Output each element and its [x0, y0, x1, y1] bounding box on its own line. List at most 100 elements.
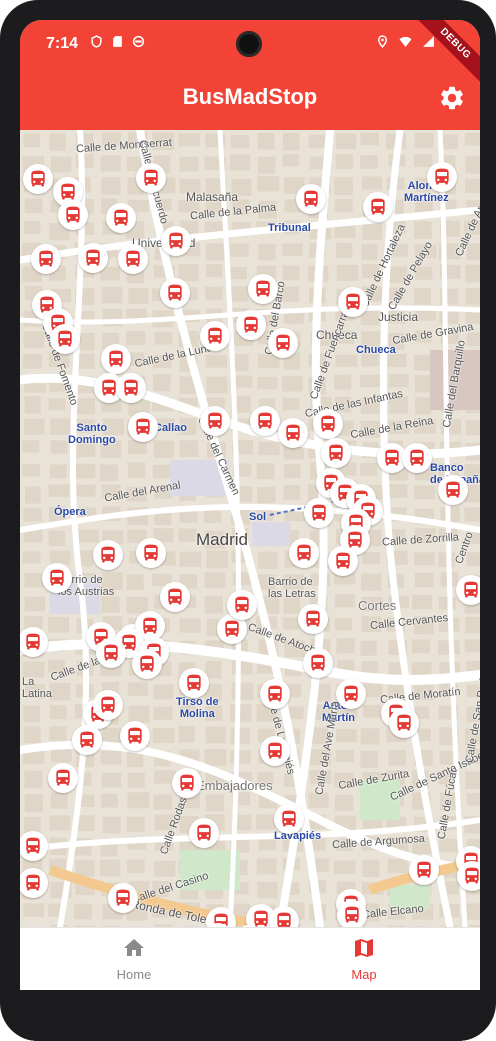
bus-icon: [197, 824, 211, 841]
bus-stop-marker[interactable]: [93, 690, 123, 720]
bus-stop-marker[interactable]: [96, 638, 126, 668]
bus-icon: [116, 889, 130, 906]
bus-stop-marker[interactable]: [172, 768, 202, 798]
bus-stop-marker[interactable]: [20, 831, 48, 861]
bus-stop-marker[interactable]: [298, 604, 328, 634]
bus-icon: [39, 250, 53, 267]
map-view[interactable]: Madrid Malasaña Chueca Chueca Justicia T…: [20, 130, 480, 927]
bus-icon: [80, 731, 94, 748]
bus-icon: [86, 249, 100, 266]
bus-stop-marker[interactable]: [200, 321, 230, 351]
bus-icon: [268, 685, 282, 702]
bus-stop-marker[interactable]: [248, 274, 278, 304]
bus-icon: [143, 617, 157, 634]
bus-stop-marker[interactable]: [132, 649, 162, 679]
bus-stop-marker[interactable]: [250, 406, 280, 436]
bus-stop-marker[interactable]: [438, 475, 468, 505]
gear-icon[interactable]: [438, 84, 466, 112]
bus-stop-marker[interactable]: [227, 590, 257, 620]
bus-stop-marker[interactable]: [456, 575, 480, 605]
bus-stop-marker[interactable]: [427, 162, 457, 192]
bus-stop-marker[interactable]: [23, 164, 53, 194]
bus-stop-marker[interactable]: [20, 868, 48, 898]
bus-stop-marker[interactable]: [296, 184, 326, 214]
bus-stop-marker[interactable]: [336, 679, 366, 709]
bus-stop-marker[interactable]: [120, 721, 150, 751]
bus-stop-marker[interactable]: [337, 900, 367, 927]
bus-icon: [114, 209, 128, 226]
bus-stop-marker[interactable]: [136, 538, 166, 568]
bus-icon: [208, 412, 222, 429]
bus-stop-marker[interactable]: [72, 725, 102, 755]
app-title: BusMadStop: [182, 84, 318, 109]
bus-stop-marker[interactable]: [93, 540, 123, 570]
bus-stop-marker[interactable]: [50, 324, 80, 354]
bus-stop-marker[interactable]: [108, 883, 138, 913]
bus-stop-marker[interactable]: [200, 406, 230, 436]
bus-icon: [126, 250, 140, 267]
bus-stop-marker[interactable]: [269, 906, 299, 927]
bus-stop-marker[interactable]: [268, 328, 298, 358]
bus-icon: [128, 727, 142, 744]
bus-stop-marker[interactable]: [304, 498, 334, 528]
bus-stop-marker[interactable]: [389, 708, 419, 738]
bus-icon: [282, 810, 296, 827]
bus-icon: [344, 685, 358, 702]
nav-home[interactable]: Home: [74, 936, 194, 982]
bus-stop-marker[interactable]: [457, 861, 480, 891]
bus-icon: [124, 379, 138, 396]
bus-icon: [258, 412, 272, 429]
bus-stop-marker[interactable]: [328, 546, 358, 576]
bus-stop-marker[interactable]: [189, 818, 219, 848]
sd-card-icon: [113, 36, 122, 47]
bus-stop-marker[interactable]: [289, 538, 319, 568]
bus-icon: [346, 293, 360, 310]
bus-stop-marker[interactable]: [31, 244, 61, 274]
bus-stop-marker[interactable]: [118, 244, 148, 274]
app-screen: 7:14 BusMadStop DEBUG Madrid Malasaña Ch…: [20, 20, 480, 990]
bus-stop-marker[interactable]: [236, 310, 266, 340]
bus-stop-markers: [20, 130, 480, 927]
bus-icon: [61, 183, 75, 200]
bus-stop-marker[interactable]: [106, 203, 136, 233]
bus-icon: [136, 418, 150, 435]
bus-stop-marker[interactable]: [313, 409, 343, 439]
bus-icon: [304, 190, 318, 207]
bus-stop-marker[interactable]: [179, 668, 209, 698]
bus-stop-marker[interactable]: [260, 679, 290, 709]
bus-icon: [208, 327, 222, 344]
bus-stop-marker[interactable]: [161, 226, 191, 256]
bus-stop-marker[interactable]: [136, 163, 166, 193]
bus-icon: [144, 169, 158, 186]
bus-stop-marker[interactable]: [48, 763, 78, 793]
bus-stop-marker[interactable]: [128, 412, 158, 442]
bus-stop-marker[interactable]: [274, 804, 304, 834]
bus-stop-marker[interactable]: [78, 243, 108, 273]
bus-icon: [397, 714, 411, 731]
bus-stop-marker[interactable]: [278, 418, 308, 448]
bus-stop-marker[interactable]: [260, 736, 290, 766]
bus-icon: [464, 581, 478, 598]
bus-icon: [311, 654, 325, 671]
bus-stop-marker[interactable]: [338, 287, 368, 317]
bus-stop-marker[interactable]: [58, 200, 88, 230]
bus-icon: [306, 610, 320, 627]
bus-stop-marker[interactable]: [42, 563, 72, 593]
bus-icon: [435, 168, 449, 185]
status-bar: 7:14: [20, 20, 480, 68]
bus-icon: [235, 596, 249, 613]
bus-icon: [50, 569, 64, 586]
bus-stop-marker[interactable]: [402, 443, 432, 473]
bus-stop-marker[interactable]: [116, 373, 146, 403]
bus-stop-marker[interactable]: [321, 438, 351, 468]
bus-icon: [26, 837, 40, 854]
shield-icon: [91, 35, 102, 48]
bus-stop-marker[interactable]: [363, 192, 393, 222]
bus-stop-marker[interactable]: [409, 855, 439, 885]
bus-stop-marker[interactable]: [101, 344, 131, 374]
bus-stop-marker[interactable]: [303, 648, 333, 678]
nav-map[interactable]: Map: [304, 936, 424, 982]
bus-stop-marker[interactable]: [160, 278, 190, 308]
bus-stop-marker[interactable]: [160, 582, 190, 612]
bus-stop-marker[interactable]: [20, 627, 48, 657]
